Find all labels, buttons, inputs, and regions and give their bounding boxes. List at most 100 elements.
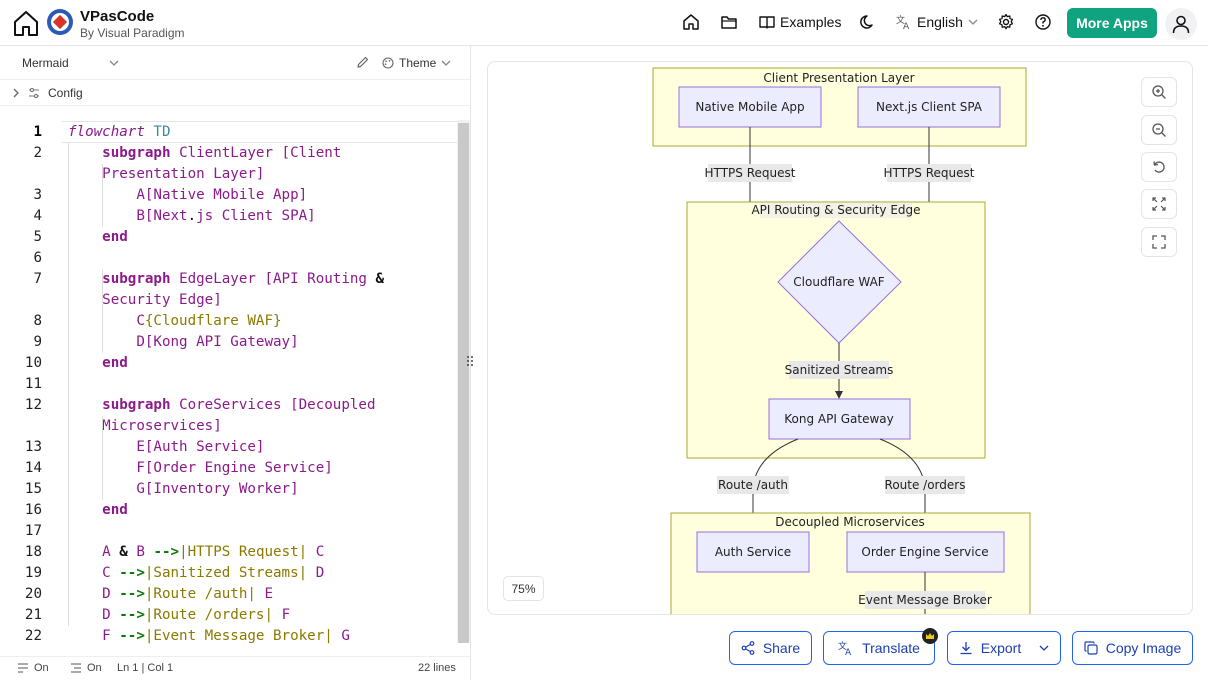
code-line[interactable]: 10 end <box>0 353 470 374</box>
code-line[interactable]: 1 flowchart TD <box>0 122 470 143</box>
home-nav-icon[interactable] <box>681 12 701 32</box>
reset-zoom-button[interactable] <box>1141 152 1177 182</box>
zoom-out-button[interactable] <box>1141 115 1177 145</box>
theme-label: Theme <box>399 56 437 70</box>
code-line[interactable]: 16 end <box>0 500 470 521</box>
dark-mode-moon-icon[interactable] <box>858 12 878 32</box>
code-line[interactable]: 8 C{Cloudflare WAF} <box>0 311 470 332</box>
fullscreen-icon <box>1152 235 1166 249</box>
edge-sanitized-label: Sanitized Streams <box>785 363 894 377</box>
fullscreen-button[interactable] <box>1141 227 1177 257</box>
code-line[interactable]: Security Edge] <box>0 290 470 311</box>
panel-resize-handle-icon[interactable] <box>466 355 476 369</box>
language-selector[interactable]: 文A English <box>896 14 978 30</box>
code-line[interactable]: 18 A & B -->|HTTPS Request| C <box>0 542 470 563</box>
examples-link[interactable]: Examples <box>759 14 841 30</box>
line-number: 4 <box>33 208 42 224</box>
code-line[interactable]: 2 subgraph ClientLayer [Client <box>0 143 470 164</box>
code-line[interactable]: 17 <box>0 521 470 542</box>
code-line[interactable]: 3 A[Native Mobile App] <box>0 185 470 206</box>
diagram-type-select[interactable]: Mermaid <box>22 56 119 70</box>
node-d-label: Kong API Gateway <box>784 412 893 426</box>
translate-button[interactable]: 文A Translate <box>823 631 935 665</box>
help-icon[interactable] <box>1033 12 1053 32</box>
line-number: 20 <box>24 586 42 602</box>
copy-image-button[interactable]: Copy Image <box>1072 631 1193 665</box>
code-text: end <box>102 355 128 371</box>
config-toggle[interactable]: Config <box>0 80 470 106</box>
chevron-down-icon <box>1039 645 1049 651</box>
code-line[interactable]: 14 F[Order Engine Service] <box>0 458 470 479</box>
diagram-canvas[interactable]: Client Presentation Layer Native Mobile … <box>487 61 1193 615</box>
code-line[interactable]: Microservices] <box>0 416 470 437</box>
export-button[interactable]: Export <box>947 631 1061 665</box>
editor-scrollbar-thumb[interactable] <box>458 123 469 643</box>
indent-toggle[interactable]: On <box>70 662 102 674</box>
code-line[interactable]: 9 D[Kong API Gateway] <box>0 332 470 353</box>
code-line[interactable]: 11 <box>0 374 470 395</box>
line-number: 2 <box>33 145 42 161</box>
code-line[interactable]: 7 subgraph EdgeLayer [API Routing & <box>0 269 470 290</box>
line-number: 10 <box>24 355 42 371</box>
zoom-in-icon <box>1152 85 1166 99</box>
book-icon <box>759 16 775 29</box>
code-text: F -->|Event Message Broker| G <box>102 628 350 644</box>
vp-logo-icon <box>46 8 74 36</box>
code-text: end <box>102 502 128 518</box>
code-text: end <box>102 229 128 245</box>
code-line[interactable]: 15 G[Inventory Worker] <box>0 479 470 500</box>
code-text: E[Auth Service] <box>136 439 265 455</box>
line-count: 22 lines <box>418 662 456 674</box>
edge-broker-label: Event Message Broker <box>858 593 992 607</box>
code-text: subgraph CoreServices [Decoupled <box>102 397 376 413</box>
code-line[interactable]: 12 subgraph CoreServices [Decoupled <box>0 395 470 416</box>
line-number: 6 <box>33 250 42 266</box>
sliders-icon <box>29 87 39 99</box>
code-text: flowchart TD <box>68 124 171 140</box>
code-line[interactable]: 5 end <box>0 227 470 248</box>
more-apps-button[interactable]: More Apps <box>1067 8 1157 38</box>
folder-icon[interactable] <box>719 12 739 32</box>
line-number: 15 <box>24 481 42 497</box>
subgraph-edge-label: API Routing & Security Edge <box>751 203 920 217</box>
node-c-label: Cloudflare WAF <box>793 275 884 289</box>
svg-text:A: A <box>845 648 852 656</box>
code-text: F[Order Engine Service] <box>136 460 333 476</box>
code-text: C{Cloudflare WAF} <box>136 313 282 329</box>
code-line[interactable]: 19 C -->|Sanitized Streams| D <box>0 563 470 584</box>
code-line[interactable]: 6 <box>0 248 470 269</box>
code-line[interactable]: 4 B[Next.js Client SPA] <box>0 206 470 227</box>
zoom-out-icon <box>1152 123 1166 137</box>
theme-select[interactable]: Theme <box>382 56 451 70</box>
node-b-label: Next.js Client SPA <box>876 100 983 114</box>
code-text: Microservices] <box>102 418 222 434</box>
line-number: 7 <box>33 271 42 287</box>
zoom-level-indicator[interactable]: 75% <box>503 576 544 601</box>
share-button[interactable]: Share <box>729 631 812 665</box>
home-icon[interactable] <box>12 9 40 37</box>
edit-pencil-icon[interactable] <box>356 55 370 72</box>
code-text: A[Native Mobile App] <box>136 187 308 203</box>
code-editor[interactable]: 1 flowchart TD 2 subgraph ClientLayer [Cli… <box>0 122 470 644</box>
word-wrap-toggle[interactable]: On <box>17 662 49 674</box>
zoom-in-button[interactable] <box>1141 77 1177 107</box>
user-avatar-icon[interactable] <box>1165 8 1197 40</box>
line-number: 8 <box>33 313 42 329</box>
code-line[interactable]: Presentation Layer] <box>0 164 470 185</box>
code-line[interactable]: 21 D -->|Route /orders| F <box>0 605 470 626</box>
settings-gear-icon[interactable] <box>996 12 1016 32</box>
line-number: 16 <box>24 502 42 518</box>
line-number: 13 <box>24 439 42 455</box>
translate-label: Translate <box>862 640 920 656</box>
code-line[interactable]: 13 E[Auth Service] <box>0 437 470 458</box>
fit-to-screen-button[interactable] <box>1141 189 1177 219</box>
brand-name: VPasCode <box>80 8 155 25</box>
code-text: subgraph EdgeLayer [API Routing & <box>102 271 385 287</box>
chevron-down-icon <box>109 60 119 66</box>
code-line[interactable]: 20 D -->|Route /auth| E <box>0 584 470 605</box>
edge-auth-label: Route /auth <box>718 478 788 492</box>
indent-guide <box>68 143 69 626</box>
translate-icon: 文A <box>838 640 852 656</box>
code-text: Presentation Layer] <box>102 166 265 182</box>
code-line[interactable]: 22 F -->|Event Message Broker| G <box>0 626 470 644</box>
